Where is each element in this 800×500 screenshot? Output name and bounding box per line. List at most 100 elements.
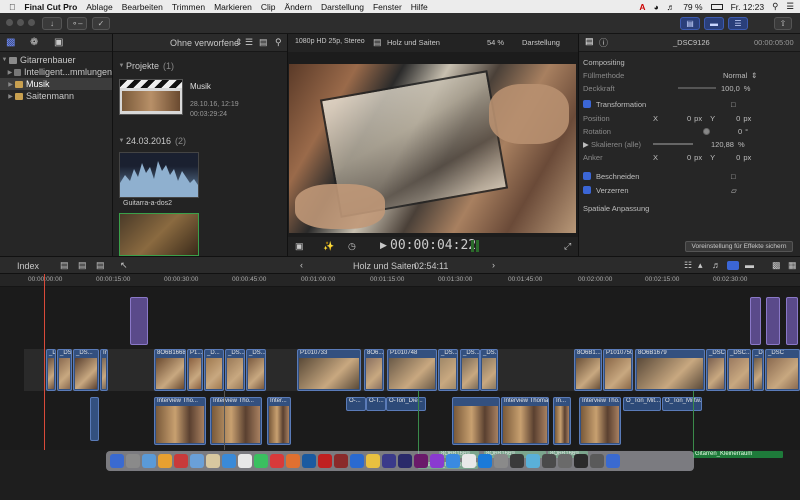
overwrite-clip-icon[interactable]: ▤ bbox=[96, 260, 105, 271]
main-clip[interactable]: _DSC... bbox=[752, 349, 764, 391]
search-icon[interactable]: ⚲ bbox=[772, 1, 778, 12]
dock-app-icon[interactable] bbox=[334, 454, 348, 468]
connected-clip[interactable]: O-Ton_Die... bbox=[386, 397, 426, 411]
enhance-menu-icon[interactable]: ✨ bbox=[323, 241, 334, 252]
audio-skimming-icon[interactable]: ♬ bbox=[712, 260, 721, 270]
dock-app-icon[interactable] bbox=[270, 454, 284, 468]
dock-app-icon[interactable] bbox=[446, 454, 460, 468]
dock-app-icon[interactable] bbox=[558, 454, 572, 468]
show-browser-button[interactable]: ▤ bbox=[680, 17, 700, 30]
zoom-slider-icon[interactable]: ▬ bbox=[745, 260, 754, 270]
dock-app-icon[interactable] bbox=[302, 454, 316, 468]
dock-app-icon[interactable] bbox=[206, 454, 220, 468]
dock-app-icon[interactable] bbox=[350, 454, 364, 468]
dock-app-icon[interactable] bbox=[606, 454, 620, 468]
connected-clip[interactable]: Inter... bbox=[267, 397, 291, 445]
distort-checkbox[interactable] bbox=[583, 186, 591, 194]
background-tasks-button[interactable]: ✓ bbox=[92, 17, 110, 30]
main-clip[interactable]: _DS... bbox=[460, 349, 480, 391]
timeline-index-button[interactable]: Index bbox=[17, 261, 39, 271]
dock-app-icon[interactable] bbox=[510, 454, 524, 468]
main-clip[interactable]: In... bbox=[100, 349, 108, 391]
main-clip[interactable]: 8O6B1... bbox=[574, 349, 602, 391]
distort-overlay-icon[interactable]: ▱ bbox=[731, 186, 737, 195]
connected-clip[interactable]: O-... bbox=[346, 397, 366, 411]
disclosure-open-icon[interactable]: ▼ bbox=[117, 63, 126, 69]
menu-markieren[interactable]: Markieren bbox=[214, 2, 252, 12]
title-clip[interactable] bbox=[766, 297, 780, 345]
compositing-section[interactable]: Compositing bbox=[583, 56, 796, 68]
connected-clip[interactable]: Interview Tho... bbox=[210, 397, 262, 445]
dock-app-icon[interactable] bbox=[110, 454, 124, 468]
zoom-window-button[interactable] bbox=[28, 19, 35, 26]
main-clip[interactable]: _DS... bbox=[480, 349, 498, 391]
dock-app-icon[interactable] bbox=[222, 454, 236, 468]
position-y[interactable]: 0 bbox=[736, 114, 740, 123]
import-button[interactable]: ↓ bbox=[42, 17, 62, 30]
dock-app-icon[interactable] bbox=[126, 454, 140, 468]
dock-app-icon[interactable] bbox=[318, 454, 332, 468]
filmstrip-icon[interactable]: ▤ bbox=[259, 37, 268, 48]
libraries-icon[interactable]: ▩ bbox=[6, 37, 15, 48]
list-view-icon[interactable]: ☰ bbox=[245, 37, 253, 48]
titles-icon[interactable]: ▣ bbox=[54, 37, 63, 48]
connected-clip[interactable]: In... bbox=[553, 397, 571, 445]
connected-clip[interactable] bbox=[90, 397, 99, 441]
dock-app-icon[interactable] bbox=[526, 454, 540, 468]
main-clip[interactable]: 8O6B1679 bbox=[635, 349, 705, 391]
dock-app-icon[interactable] bbox=[574, 454, 588, 468]
skimming-icon[interactable]: ☷ bbox=[684, 260, 692, 271]
transform-overlay-icon[interactable]: □ bbox=[731, 100, 736, 109]
library-item-saitenmann[interactable]: ▶ Saitenmann bbox=[0, 90, 112, 102]
transform-checkbox[interactable] bbox=[583, 100, 591, 108]
playhead[interactable] bbox=[44, 274, 45, 450]
close-window-button[interactable] bbox=[6, 19, 13, 26]
main-clip[interactable]: 8O6... bbox=[364, 349, 384, 391]
library-item-musik[interactable]: ▶ Musik bbox=[0, 78, 112, 90]
anchor-x[interactable]: 0 bbox=[687, 153, 691, 162]
main-clip[interactable]: P1010750 bbox=[603, 349, 633, 391]
menu-bearbeiten[interactable]: Bearbeiten bbox=[122, 2, 163, 12]
play-icon[interactable]: ▶ bbox=[380, 240, 387, 251]
video-frame[interactable] bbox=[289, 64, 576, 233]
battery-label[interactable]: 79 % bbox=[683, 2, 702, 12]
main-clip[interactable]: P1... bbox=[187, 349, 203, 391]
connected-clip[interactable]: Interview Tho... bbox=[154, 397, 206, 445]
timeline[interactable]: _D... _DSCS... _DS... In... 8O6B1668 P1... _D.… bbox=[0, 274, 800, 469]
dock-app-icon[interactable] bbox=[414, 454, 428, 468]
main-clip[interactable]: _D... bbox=[46, 349, 56, 391]
blend-mode-dropdown[interactable]: Normal bbox=[723, 71, 747, 80]
timeline-ruler[interactable]: 00:00:00:00 00:00:15:00 00:00:30:00 00:0… bbox=[0, 274, 800, 287]
scale-value[interactable]: 120,88 bbox=[711, 140, 734, 149]
main-clip[interactable]: _DS... bbox=[246, 349, 266, 391]
menu-clip[interactable]: Clip bbox=[261, 2, 276, 12]
anchor-y[interactable]: 0 bbox=[736, 153, 740, 162]
main-clip[interactable]: _D... bbox=[204, 349, 224, 391]
distort-section[interactable]: Verzerren ▱ bbox=[583, 184, 796, 196]
main-clip[interactable]: _DSC... bbox=[727, 349, 751, 391]
dock-app-icon[interactable] bbox=[158, 454, 172, 468]
position-x[interactable]: 0 bbox=[687, 114, 691, 123]
adobe-icon[interactable]: A bbox=[639, 2, 645, 12]
forward-arrow-icon[interactable]: › bbox=[492, 260, 495, 270]
menu-aendern[interactable]: Ändern bbox=[285, 2, 312, 12]
back-arrow-icon[interactable]: ‹ bbox=[300, 260, 303, 270]
main-clip[interactable]: _DSCS... bbox=[57, 349, 72, 391]
menu-darstellung[interactable]: Darstellung bbox=[321, 2, 364, 12]
project-thumbnail[interactable] bbox=[119, 79, 183, 115]
append-clip-icon[interactable]: ▤ bbox=[60, 260, 69, 271]
wifi-icon[interactable]: ◕ bbox=[654, 2, 659, 12]
menu-list-icon[interactable]: ☰ bbox=[786, 1, 794, 12]
main-clip[interactable]: _DSC... bbox=[706, 349, 726, 391]
disclosure-open-icon[interactable]: ▼ bbox=[117, 138, 126, 144]
disclosure-closed-icon[interactable]: ▶ bbox=[6, 93, 15, 100]
dock-app-icon[interactable] bbox=[174, 454, 188, 468]
opacity-slider[interactable] bbox=[678, 87, 716, 89]
speed-menu-icon[interactable]: ◷ bbox=[348, 241, 356, 252]
connected-clip[interactable]: Interview Thomas... bbox=[501, 397, 549, 445]
disclosure-open-icon[interactable]: ▼ bbox=[0, 57, 9, 63]
main-clip[interactable]: _DS... bbox=[438, 349, 458, 391]
clock[interactable]: Fr. 12:23 bbox=[731, 2, 765, 12]
date-section[interactable]: ▼ 24.03.2016 (2) bbox=[117, 135, 287, 147]
crop-checkbox[interactable] bbox=[583, 172, 591, 180]
